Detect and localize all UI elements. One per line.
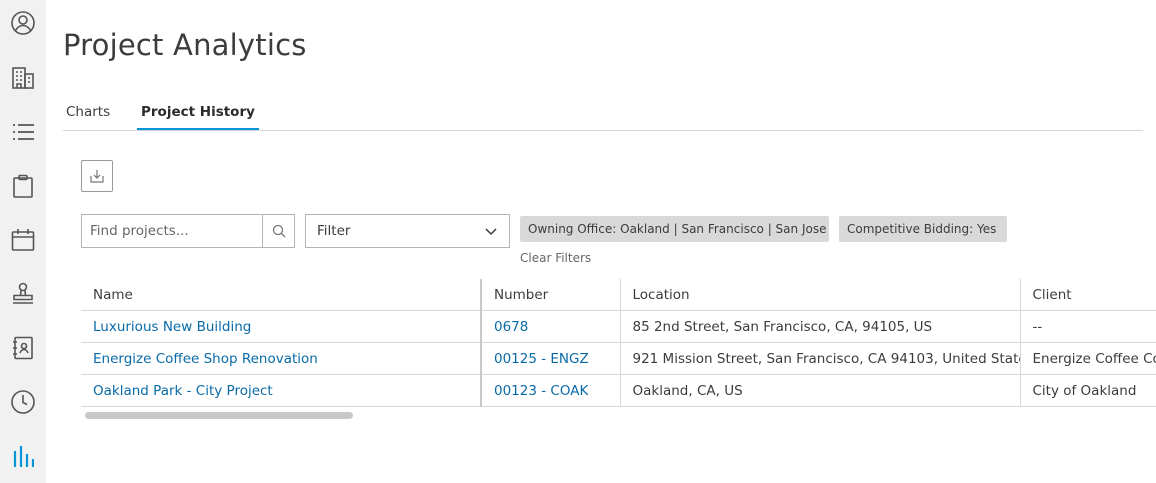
filter-dropdown[interactable]: Filter bbox=[305, 214, 510, 248]
table-row: Luxurious New Building 0678 85 2nd Stree… bbox=[81, 310, 1156, 343]
column-header-number[interactable]: Number bbox=[481, 279, 621, 311]
project-number-link[interactable]: 00123 - COAK bbox=[494, 383, 588, 399]
project-location: 85 2nd Street, San Francisco, CA, 94105,… bbox=[620, 310, 1021, 343]
filter-label: Filter bbox=[317, 223, 351, 239]
project-name-link[interactable]: Oakland Park - City Project bbox=[93, 383, 273, 399]
tab-project-history[interactable]: Project History bbox=[137, 104, 259, 130]
search-button[interactable] bbox=[262, 215, 294, 247]
table-row: Energize Coffee Shop Renovation 00125 - … bbox=[81, 342, 1156, 375]
column-header-name[interactable]: Name bbox=[81, 279, 482, 311]
table-header-row: Name Number Location Client bbox=[81, 279, 1156, 311]
project-name-link[interactable]: Luxurious New Building bbox=[93, 319, 251, 335]
clock-icon[interactable] bbox=[8, 387, 38, 417]
user-circle-icon[interactable] bbox=[8, 8, 38, 38]
download-icon bbox=[90, 170, 104, 183]
horizontal-scrollbar[interactable] bbox=[85, 412, 353, 419]
project-client: -- bbox=[1020, 310, 1156, 343]
project-name-link[interactable]: Energize Coffee Shop Renovation bbox=[93, 351, 318, 367]
search-box bbox=[81, 214, 295, 248]
project-location: 921 Mission Street, San Francisco, CA 94… bbox=[620, 342, 1021, 375]
column-header-client[interactable]: Client bbox=[1020, 279, 1156, 311]
project-location: Oakland, CA, US bbox=[620, 374, 1021, 407]
page-title: Project Analytics bbox=[63, 28, 307, 62]
export-button[interactable] bbox=[81, 160, 113, 192]
calendar-icon[interactable] bbox=[8, 225, 38, 255]
address-book-icon[interactable] bbox=[8, 333, 38, 363]
chevron-down-icon bbox=[485, 228, 497, 236]
search-input[interactable] bbox=[82, 215, 262, 247]
tab-charts[interactable]: Charts bbox=[66, 104, 110, 128]
filter-chip-competitive-bidding[interactable]: Competitive Bidding: Yes bbox=[839, 216, 1007, 242]
project-table: Name Number Location Client Luxurious Ne… bbox=[81, 279, 1156, 407]
list-icon[interactable] bbox=[8, 117, 38, 147]
stamp-icon[interactable] bbox=[8, 279, 38, 309]
tab-bar: Charts Project History bbox=[63, 98, 1143, 131]
clear-filters-link[interactable]: Clear Filters bbox=[520, 251, 591, 265]
project-number-link[interactable]: 0678 bbox=[494, 319, 528, 335]
bar-chart-icon[interactable] bbox=[8, 441, 38, 471]
project-client: Energize Coffee Co bbox=[1020, 342, 1156, 375]
clipboard-icon[interactable] bbox=[8, 171, 38, 201]
search-icon bbox=[272, 224, 285, 238]
sidebar bbox=[0, 0, 46, 483]
building-icon[interactable] bbox=[8, 63, 38, 93]
filter-chip-owning-office[interactable]: Owning Office: Oakland | San Francisco |… bbox=[520, 216, 829, 242]
project-number-link[interactable]: 00125 - ENGZ bbox=[494, 351, 589, 367]
table-row: Oakland Park - City Project 00123 - COAK… bbox=[81, 374, 1156, 407]
project-client: City of Oakland bbox=[1020, 374, 1156, 407]
column-header-location[interactable]: Location bbox=[620, 279, 1021, 311]
